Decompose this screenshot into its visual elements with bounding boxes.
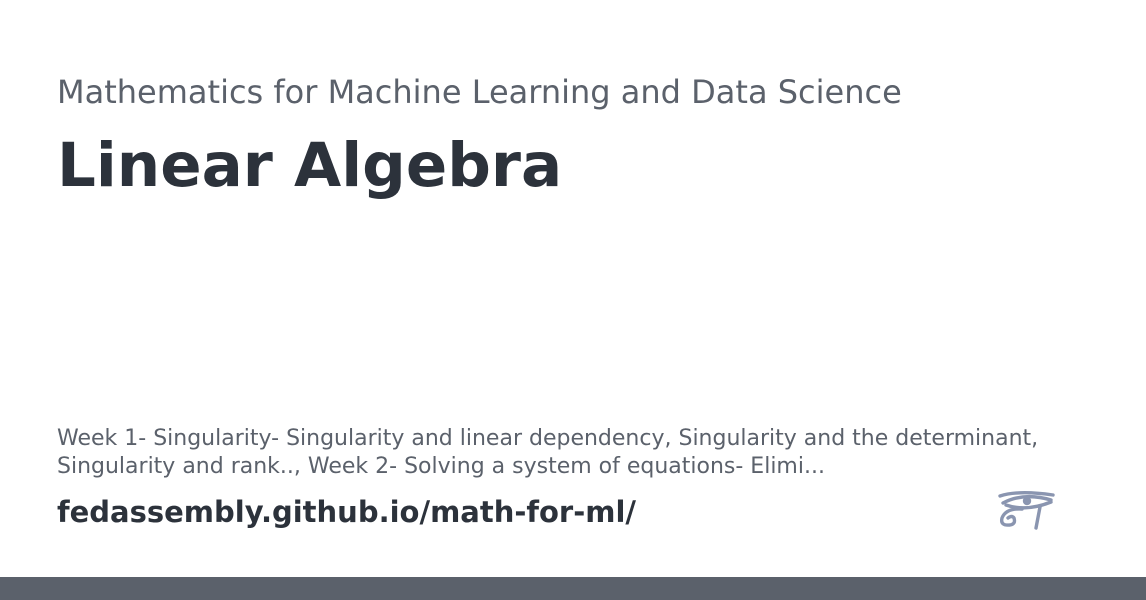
footer-bar xyxy=(0,577,1146,600)
page-title: Linear Algebra xyxy=(57,130,563,201)
site-url[interactable]: fedassembly.github.io/math-for-ml/ xyxy=(57,493,636,531)
eye-of-horus-icon xyxy=(998,491,1055,530)
social-preview-card: Mathematics for Machine Learning and Dat… xyxy=(0,0,1146,600)
site-subtitle: Mathematics for Machine Learning and Dat… xyxy=(57,73,902,111)
page-description: Week 1- Singularity- Singularity and lin… xyxy=(57,426,1039,479)
